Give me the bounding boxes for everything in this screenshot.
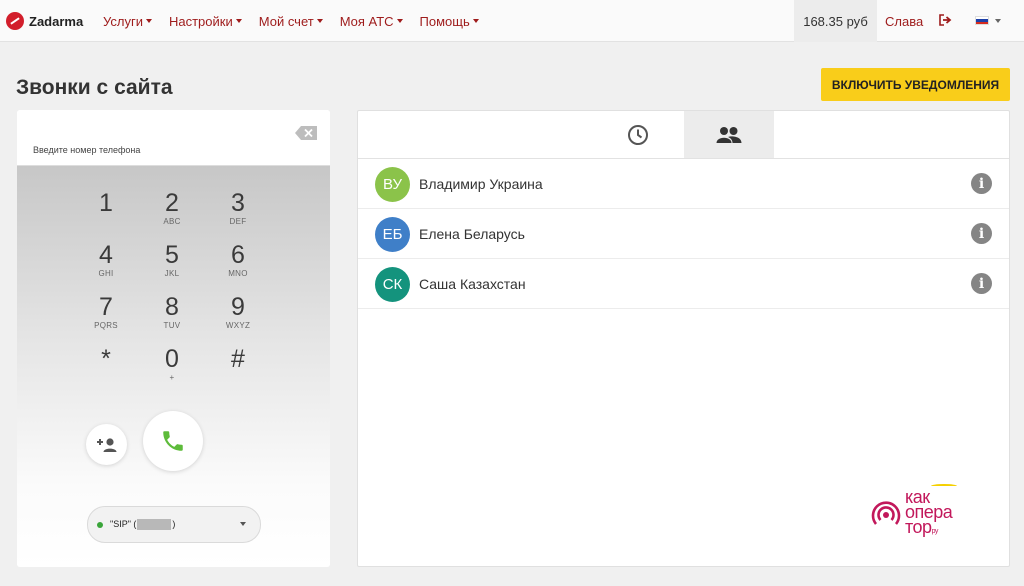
main-menu: Услуги Настройки Мой счет Моя АТС Помощь [103, 0, 496, 42]
user-name[interactable]: Слава [885, 0, 923, 42]
sip-number-redacted [137, 519, 172, 531]
watermark-logo: как опера торру [871, 484, 981, 542]
key-letters: TUV [163, 321, 181, 330]
contact-row[interactable]: ЕБ Елена Беларусь i [358, 209, 1009, 259]
key-8[interactable]: 8 TUV [147, 294, 197, 344]
key-digit: 4 [99, 241, 113, 269]
key-0[interactable]: 0 + [147, 346, 197, 396]
avatar: СК [375, 267, 410, 302]
chevron-down-icon [396, 19, 403, 23]
menu-my-pbx[interactable]: Моя АТС [340, 14, 403, 29]
sip-status-dot [97, 521, 103, 528]
key-7[interactable]: 7 PQRS [81, 294, 131, 344]
key-star[interactable]: * [81, 346, 131, 396]
key-2[interactable]: 2 ABC [147, 190, 197, 240]
sip-account-select[interactable]: "SIP" () [87, 506, 261, 543]
tab-call-history[interactable] [593, 111, 683, 158]
chevron-down-icon [240, 522, 246, 526]
menu-settings-label: Настройки [168, 13, 233, 29]
menu-my-account[interactable]: Мой счет [259, 14, 323, 29]
watermark-line: тор [905, 517, 932, 537]
key-digit: 5 [165, 241, 179, 269]
menu-my-pbx-label: Моя АТС [339, 13, 394, 29]
key-letters: GHI [98, 269, 114, 278]
chevron-down-icon [316, 19, 323, 23]
contact-row[interactable]: ВУ Владимир Украина i [358, 159, 1009, 209]
info-icon[interactable]: i [971, 173, 992, 194]
avatar: ВУ [375, 167, 410, 202]
info-icon[interactable]: i [971, 273, 992, 294]
menu-help[interactable]: Помощь [420, 14, 479, 29]
key-letters: + [169, 373, 175, 382]
key-digit: 8 [165, 293, 179, 321]
chevron-down-icon [145, 19, 152, 23]
enable-notifications-button[interactable]: ВКЛЮЧИТЬ УВЕДОМЛЕНИЯ [821, 68, 1010, 101]
key-digit: 7 [99, 293, 113, 321]
page-title: Звонки с сайта [16, 76, 173, 99]
key-digit: 1 [99, 189, 113, 217]
key-letters: MNO [228, 269, 248, 278]
backspace-icon[interactable] [295, 126, 317, 140]
top-nav-bar: Zadarma Услуги Настройки Мой счет Моя АТ… [0, 0, 1024, 42]
key-digit: 3 [231, 189, 245, 217]
key-digit: 9 [231, 293, 245, 321]
chevron-down-icon [472, 19, 479, 23]
language-chevron-down-icon[interactable] [995, 19, 1001, 23]
phone-icon [163, 431, 183, 451]
avatar: ЕБ [375, 217, 410, 252]
phone-input-area [17, 110, 330, 166]
key-6[interactable]: 6 MNO [213, 242, 263, 292]
menu-settings[interactable]: Настройки [169, 14, 242, 29]
contact-name: Елена Беларусь [419, 226, 525, 242]
clock-icon [628, 124, 648, 145]
contact-name: Саша Казахстан [419, 276, 526, 292]
watermark-arc [931, 484, 957, 488]
watermark-suffix: ру [931, 528, 939, 535]
add-contact-button[interactable] [86, 424, 127, 465]
watermark-text: как опера торру [905, 488, 953, 539]
phone-number-input[interactable] [33, 145, 273, 155]
sip-prefix: "SIP" ( [110, 518, 137, 529]
contact-name: Владимир Украина [419, 176, 543, 192]
key-digit: * [101, 345, 111, 373]
dialer-panel: 1 2ABC 3DEF 4GHI 5JKL 6MNO 7PQRS 8TUV 9W… [17, 110, 330, 567]
menu-services-label: Услуги [103, 13, 143, 29]
menu-services[interactable]: Услуги [103, 14, 152, 29]
key-5[interactable]: 5 JKL [147, 242, 197, 292]
watermark-line-last: торру [905, 517, 952, 539]
language-flag-icon[interactable] [975, 16, 989, 25]
account-balance[interactable]: 168.35 руб [794, 0, 877, 42]
key-1[interactable]: 1 [81, 190, 131, 240]
logo-text: Zadarma [29, 13, 84, 29]
menu-my-account-label: Мой счет [258, 13, 314, 29]
contacts-icon [716, 126, 742, 143]
flag-stripe-red [976, 21, 988, 24]
info-icon[interactable]: i [971, 223, 992, 244]
key-letters: JKL [164, 269, 180, 278]
menu-help-label: Помощь [419, 13, 470, 29]
sip-account-label: "SIP" () [110, 518, 176, 531]
key-letters: ABC [163, 217, 181, 226]
call-button[interactable] [143, 411, 203, 471]
zadarma-logo-icon [6, 12, 24, 30]
key-digit: # [231, 345, 245, 373]
key-hash[interactable]: # [213, 346, 263, 396]
tab-contacts[interactable] [684, 111, 774, 158]
key-digit: 2 [165, 189, 179, 217]
sip-suffix: ) [172, 518, 176, 529]
key-9[interactable]: 9 WXYZ [213, 294, 263, 344]
key-digit: 0 [165, 345, 179, 373]
contact-row[interactable]: СК Саша Казахстан i [358, 259, 1009, 309]
key-letters: WXYZ [225, 321, 251, 330]
key-4[interactable]: 4 GHI [81, 242, 131, 292]
logout-icon[interactable] [939, 14, 953, 26]
chevron-down-icon [235, 19, 242, 23]
zadarma-logo[interactable]: Zadarma [6, 9, 83, 33]
add-person-icon [96, 437, 116, 452]
signal-icon [871, 501, 901, 525]
key-letters: PQRS [94, 321, 118, 330]
key-3[interactable]: 3 DEF [213, 190, 263, 240]
key-letters: DEF [229, 217, 247, 226]
key-digit: 6 [231, 241, 245, 269]
